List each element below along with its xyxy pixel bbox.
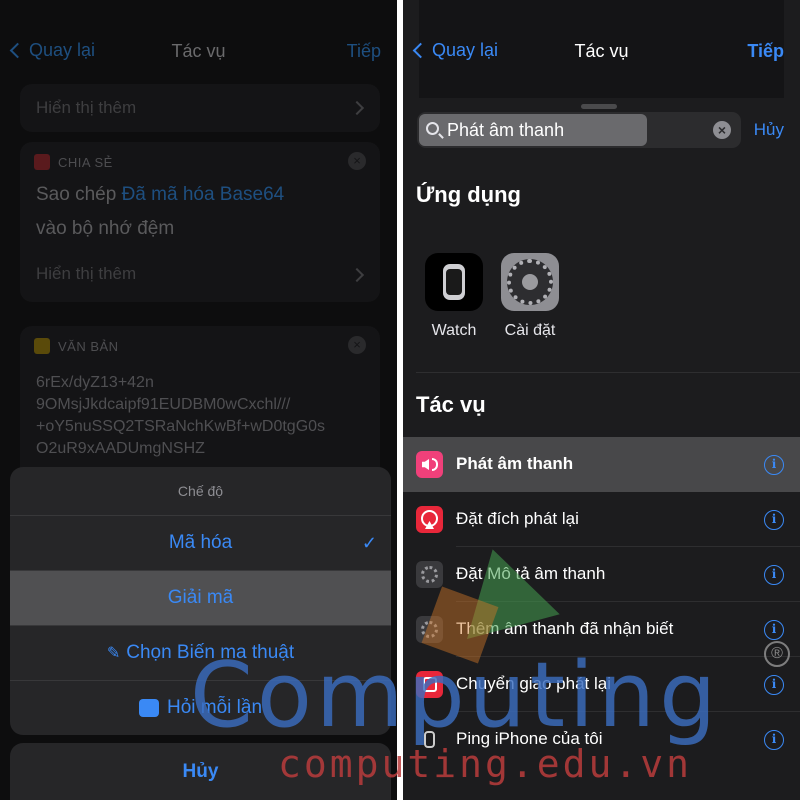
action-row-play-sound[interactable]: Phát âm thanh i (403, 437, 800, 492)
action-verb: Sao chép (36, 184, 117, 205)
info-icon[interactable]: i (764, 510, 784, 530)
nav-bar: Quay lại Tác vụ Tiếp (403, 30, 800, 74)
clear-icon[interactable]: × (713, 121, 731, 139)
chevron-right-icon (349, 100, 365, 116)
show-more-label: Hiển thị thêm (36, 98, 137, 117)
search-cancel-button[interactable]: Hủy (754, 120, 784, 140)
text-line: +oY5nuSSQ2TSRaNchKwBf+wD0tgG0s (36, 418, 326, 435)
nav-title: Tác vụ (574, 41, 629, 61)
action-label: Đặt đích phát lại (456, 509, 579, 528)
action-row-playback-destination[interactable]: Đặt đích phát lại i (403, 492, 800, 547)
next-button[interactable]: Tiếp (747, 41, 784, 62)
tag-label: VĂN BẢN (58, 338, 119, 354)
sheet-grabber[interactable] (581, 104, 617, 109)
divider (416, 372, 800, 373)
scissors-icon (34, 154, 50, 170)
info-icon[interactable]: i (764, 455, 784, 475)
card-tag: VĂN BẢN (34, 338, 119, 354)
action-line1: Sao chép Đã mã hóa Base64 (36, 184, 284, 206)
text-icon (34, 338, 50, 354)
info-icon[interactable]: i (764, 675, 784, 695)
actions-section-title: Tác vụ (416, 392, 486, 417)
action-line2: vào bộ nhớ đệm (36, 218, 175, 239)
action-label: Phát âm thanh (456, 454, 574, 473)
magic-wand-icon: ✎ (106, 645, 121, 662)
watch-app-icon[interactable] (425, 253, 483, 311)
card-tag: CHIA SẺ (34, 154, 113, 170)
text-line: 9OMsjJkdcaipf91EUDBM0wCxchl/// (36, 396, 291, 413)
option-label: Giải mã (167, 587, 234, 608)
settings-app-icon[interactable] (501, 253, 559, 311)
nav-bar: Quay lại Tác vụ Tiếp (0, 30, 397, 74)
app-label: Cài đặt (504, 322, 556, 339)
chat-icon (138, 699, 159, 717)
watermark-url: computing.edu.vn (278, 742, 693, 786)
app-label: Watch (431, 322, 477, 339)
search-input[interactable]: Phát âm thanh (447, 120, 564, 141)
checkmark-icon: ✓ (361, 532, 377, 553)
variable-token[interactable]: Đã mã hóa Base64 (122, 184, 285, 205)
airplay-icon (416, 506, 443, 533)
option-decode[interactable]: Giải mã (10, 570, 391, 625)
show-more-label[interactable]: Hiển thị thêm (36, 264, 136, 284)
option-label: Mã hóa (168, 532, 233, 553)
watermark-brand: Computing (190, 643, 721, 748)
option-encode[interactable]: Mã hóa ✓ (10, 515, 391, 570)
search-field[interactable]: Phát âm thanh × (417, 112, 741, 148)
info-icon[interactable]: i (764, 730, 784, 750)
text-line: O2uR9xAADUmgNSHZ (36, 440, 205, 457)
text-line: 6rEx/dyZ13+42n (36, 374, 154, 391)
show-more-row[interactable]: Hiển thị thêm (20, 84, 380, 132)
info-icon[interactable]: i (764, 565, 784, 585)
chevron-right-icon (349, 267, 365, 283)
speaker-icon (416, 451, 443, 478)
registered-mark: ® (764, 641, 790, 667)
remove-icon[interactable]: × (348, 336, 366, 354)
tag-label: CHIA SẺ (58, 154, 113, 170)
gear-icon (416, 561, 443, 588)
next-button[interactable]: Tiếp (347, 41, 381, 62)
nav-title: Tác vụ (171, 41, 226, 61)
remove-icon[interactable]: × (348, 152, 366, 170)
text-content[interactable]: 6rEx/dyZ13+42n 9OMsjJkdcaipf91EUDBM0wCxc… (36, 372, 366, 460)
share-action-card: CHIA SẺ × Sao chép Đã mã hóa Base64 vào … (20, 142, 380, 302)
sheet-title: Chế độ (177, 483, 224, 499)
apps-section-title: Ứng dụng (416, 182, 521, 207)
info-icon[interactable]: i (764, 620, 784, 640)
search-icon (426, 122, 439, 135)
